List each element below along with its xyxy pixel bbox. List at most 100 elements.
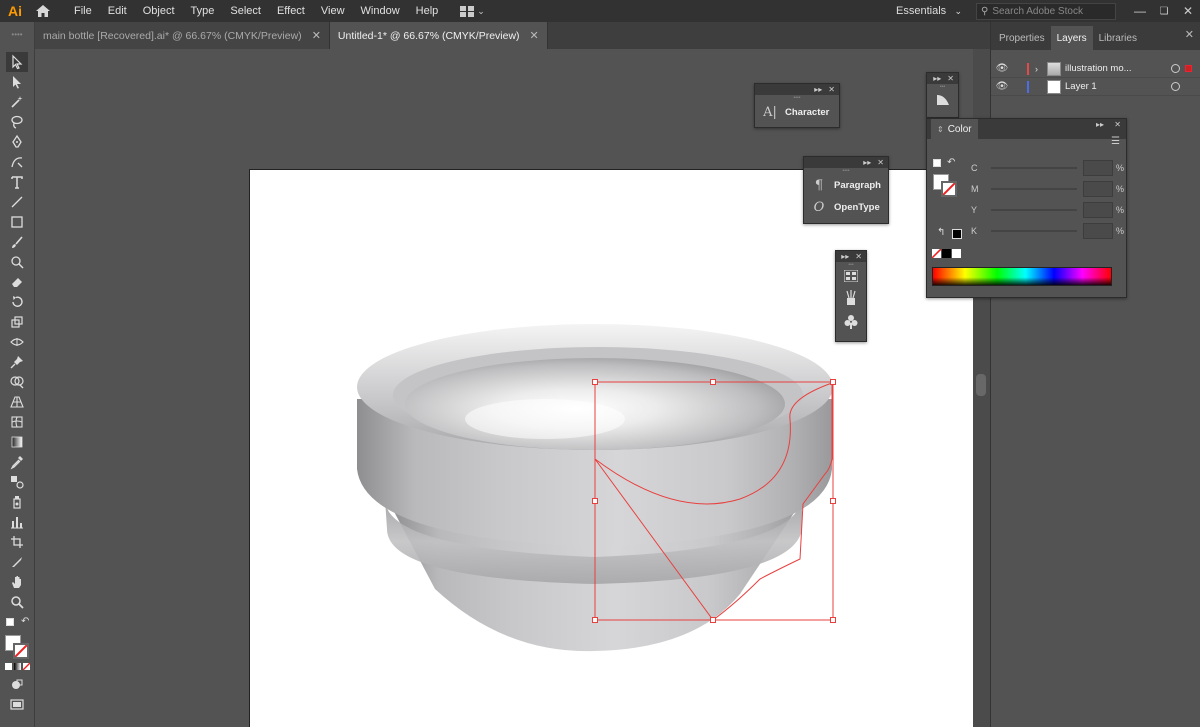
collapse-icon[interactable]: ▸▸ [814, 85, 822, 94]
eraser-tool[interactable] [6, 272, 28, 292]
collapse-icon[interactable]: ▸▸ [933, 74, 941, 83]
out-of-gamut-icon[interactable]: ↰ [937, 227, 945, 238]
symbols-icon[interactable] [844, 314, 858, 330]
menu-file[interactable]: File [66, 0, 100, 22]
tab-properties[interactable]: Properties [993, 26, 1051, 50]
scale-tool[interactable] [6, 312, 28, 332]
tools-grip[interactable]: •••• [0, 22, 34, 46]
close-icon[interactable]: ✕ [828, 85, 835, 94]
lasso-tool[interactable] [6, 112, 28, 132]
channel-value-input[interactable] [1083, 160, 1113, 176]
channel-slider[interactable] [991, 188, 1077, 190]
artboard-tool[interactable] [6, 532, 28, 552]
selection-tool[interactable] [6, 52, 28, 72]
menu-object[interactable]: Object [135, 0, 183, 22]
shaper-tool[interactable] [6, 252, 28, 272]
color-mode-icon[interactable] [5, 663, 12, 670]
rotate-tool[interactable] [6, 292, 28, 312]
home-button[interactable] [30, 0, 56, 22]
blend-tool[interactable] [6, 472, 28, 492]
stock-search-input[interactable]: ⚲ Search Adobe Stock [976, 2, 1116, 20]
tab-libraries[interactable]: Libraries [1093, 26, 1143, 50]
menu-type[interactable]: Type [183, 0, 223, 22]
panel-menu-icon[interactable]: ☰ [1111, 136, 1120, 147]
menu-effect[interactable]: Effect [269, 0, 313, 22]
close-icon[interactable]: ✕ [1185, 28, 1194, 41]
menu-window[interactable]: Window [353, 0, 408, 22]
pen-tool[interactable] [6, 132, 28, 152]
zoom-tool[interactable] [6, 592, 28, 612]
menu-edit[interactable]: Edit [100, 0, 135, 22]
menu-view[interactable]: View [313, 0, 353, 22]
channel-value-input[interactable] [1083, 223, 1113, 239]
target-icon[interactable] [1171, 64, 1180, 73]
swap-fill-stroke-icon[interactable]: ↶ [21, 616, 29, 627]
menu-select[interactable]: Select [222, 0, 269, 22]
close-icon[interactable]: ✕ [855, 252, 862, 261]
default-fill-stroke-icon[interactable] [6, 618, 14, 626]
stroke-swatch[interactable] [13, 643, 29, 659]
panel-titlebar[interactable]: ▸▸ ✕ [927, 73, 958, 84]
channel-slider[interactable] [991, 230, 1077, 232]
type-tool[interactable] [6, 172, 28, 192]
color-spectrum[interactable] [932, 267, 1112, 286]
tab-color[interactable]: ⇕ Color [931, 119, 978, 139]
gradient-mode-icon[interactable] [14, 663, 21, 670]
workspace-switcher[interactable]: Essentials ⌄ [890, 2, 968, 20]
eyedropper-tool[interactable] [6, 452, 28, 472]
doc-tab-main-bottle[interactable]: main bottle [Recovered].ai* @ 66.67% (CM… [35, 22, 330, 49]
default-fill-stroke-icon[interactable] [933, 159, 941, 167]
screen-mode-button[interactable] [6, 694, 28, 714]
tab-layers[interactable]: Layers [1050, 26, 1093, 50]
symbol-sprayer-tool[interactable] [6, 492, 28, 512]
channel-value-input[interactable] [1083, 202, 1113, 218]
line-tool[interactable] [6, 192, 28, 212]
mesh-tool[interactable] [6, 412, 28, 432]
gradient-tool[interactable] [6, 432, 28, 452]
close-icon[interactable]: ✕ [947, 74, 954, 83]
hand-tool[interactable] [6, 572, 28, 592]
width-tool[interactable] [6, 332, 28, 352]
chevron-right-icon[interactable]: › [1035, 64, 1047, 74]
layer-row-layer-1[interactable]: 👁 Layer 1 [991, 78, 1200, 96]
none-mode-icon[interactable] [23, 663, 30, 670]
brushes-icon[interactable] [844, 290, 858, 306]
menu-help[interactable]: Help [408, 0, 447, 22]
collapse-icon[interactable]: ▸▸ [841, 252, 849, 261]
collapse-icon[interactable]: ▸▸ [863, 158, 871, 167]
layer-row-illustration[interactable]: 👁 › illustration mo... [991, 60, 1200, 78]
panel-titlebar[interactable]: ▸▸ ✕ [836, 251, 866, 262]
layer-name[interactable]: illustration mo... [1065, 63, 1132, 74]
eye-icon[interactable]: 👁 [991, 63, 1013, 74]
opentype-button[interactable]: O OpenType [804, 196, 888, 218]
white-swatch[interactable] [952, 249, 961, 258]
close-icon[interactable]: ✕ [530, 29, 539, 42]
paragraph-button[interactable]: ¶ Paragraph [804, 174, 888, 196]
canvas-area[interactable] [35, 49, 973, 727]
maximize-button[interactable]: ❏ [1152, 0, 1176, 22]
panel-stroke-swatch[interactable] [941, 181, 957, 197]
shape-builder-tool[interactable] [6, 372, 28, 392]
doc-tab-untitled-1[interactable]: Untitled-1* @ 66.67% (CMYK/Preview) ✕ [329, 22, 548, 49]
rectangle-tool[interactable] [6, 212, 28, 232]
selection-indicator[interactable] [1185, 65, 1192, 72]
panel-titlebar[interactable]: ▸▸ ✕ [755, 84, 839, 95]
appearance-button[interactable] [927, 90, 958, 106]
close-icon[interactable]: ✕ [1114, 120, 1121, 129]
magic-wand-tool[interactable] [6, 92, 28, 112]
curvature-tool[interactable] [6, 152, 28, 172]
swap-fill-stroke-icon[interactable]: ↶ [947, 157, 955, 168]
slice-tool[interactable] [6, 552, 28, 572]
swatches-icon[interactable] [844, 270, 858, 282]
channel-value-input[interactable] [1083, 181, 1113, 197]
panel-titlebar[interactable]: ▸▸ ✕ [804, 157, 888, 168]
paintbrush-tool[interactable] [6, 232, 28, 252]
minimize-button[interactable]: — [1128, 0, 1152, 22]
target-icon[interactable] [1171, 82, 1180, 91]
gamut-swatch[interactable] [952, 229, 962, 239]
arrange-documents-button[interactable]: ⌄ [460, 5, 485, 17]
close-window-button[interactable]: ✕ [1176, 0, 1200, 22]
none-swatch[interactable] [932, 249, 941, 258]
channel-slider[interactable] [991, 167, 1077, 169]
close-icon[interactable]: ✕ [312, 29, 321, 42]
